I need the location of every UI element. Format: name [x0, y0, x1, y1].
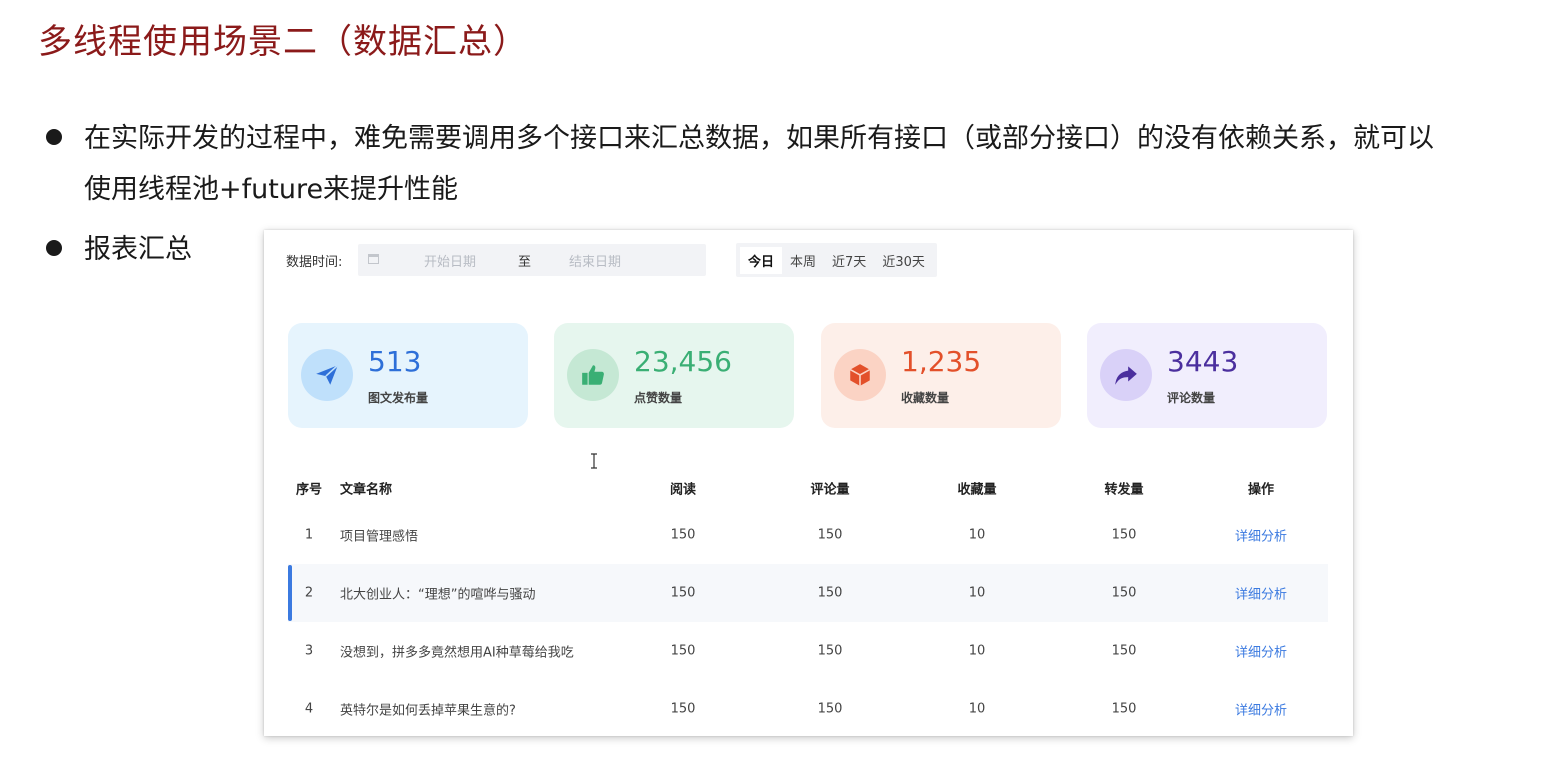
bullet-dot	[46, 129, 62, 145]
cell-no: 4	[304, 701, 314, 717]
col-collect: 收藏量	[957, 482, 997, 498]
bullet-text-2: 报表汇总	[84, 234, 192, 265]
cell-read: 150	[670, 643, 696, 659]
slide-title: 多线程使用场景二（数据汇总）	[38, 22, 528, 62]
cell-collect: 10	[968, 643, 986, 659]
cell-read: 150	[670, 701, 696, 717]
slide: 多线程使用场景二（数据汇总） 在实际开发的过程中，难免需要调用多个接口来汇总数据…	[0, 0, 1564, 762]
tab-last-7-days[interactable]: 近7天	[824, 247, 874, 274]
detail-analysis-link[interactable]: 详细分析	[1226, 700, 1296, 719]
cell-collect: 10	[968, 527, 986, 543]
tab-last-30-days[interactable]: 近30天	[874, 247, 933, 274]
stat-label: 图文发布量	[368, 391, 429, 405]
table-row: 1 项目管理感悟 150 150 10 150 详细分析	[288, 506, 1328, 564]
cell-comment: 150	[817, 585, 843, 601]
stat-label: 点赞数量	[634, 391, 683, 405]
table-row: 2 北大创业人：“理想”的喧哗与骚动 150 150 10 150 详细分析	[288, 564, 1328, 622]
bullet-dot	[46, 240, 62, 256]
cell-no: 2	[304, 585, 314, 601]
cell-title: 没想到，拼多多竟然想用AI种草莓给我吃	[340, 645, 574, 661]
col-comment: 评论量	[810, 482, 850, 498]
stat-label: 收藏数量	[901, 391, 950, 405]
paper-plane-icon	[301, 349, 353, 401]
stat-card-collections: 1,235 收藏数量	[821, 323, 1061, 428]
table-row: 3 没想到，拼多多竟然想用AI种草莓给我吃 150 150 10 150 详细分…	[288, 622, 1328, 680]
date-separator: 至	[518, 254, 532, 270]
stat-card-likes: 23,456 点赞数量	[554, 323, 794, 428]
tab-this-week[interactable]: 本周	[782, 247, 824, 274]
detail-analysis-link[interactable]: 详细分析	[1226, 526, 1296, 545]
stat-card-comments: 3443 评论数量	[1087, 323, 1327, 428]
cell-collect: 10	[968, 585, 986, 601]
cell-collect: 10	[968, 701, 986, 717]
share-arrow-icon	[1100, 349, 1152, 401]
stat-label: 评论数量	[1167, 391, 1216, 405]
cell-title: 项目管理感悟	[340, 529, 419, 545]
text-cursor-icon	[591, 453, 597, 469]
article-table: 序号 文章名称 阅读 评论量 收藏量 转发量 操作 1 项目管理感悟 150 1…	[288, 470, 1328, 738]
filter-label: 数据时间:	[286, 254, 343, 270]
stat-value: 23,456	[634, 345, 732, 378]
calendar-icon	[368, 254, 379, 264]
detail-analysis-link[interactable]: 详细分析	[1226, 584, 1296, 603]
table-row: 4 英特尔是如何丢掉苹果生意的? 150 150 10 150 详细分析	[288, 680, 1328, 738]
cube-icon	[834, 349, 886, 401]
detail-analysis-link[interactable]: 详细分析	[1226, 642, 1296, 661]
cell-share: 150	[1111, 701, 1137, 717]
table-header: 序号 文章名称 阅读 评论量 收藏量 转发量 操作	[288, 470, 1328, 506]
cell-no: 3	[304, 643, 314, 659]
date-range-picker[interactable]: 开始日期 至 结束日期	[358, 244, 706, 276]
cell-comment: 150	[817, 527, 843, 543]
end-date-input[interactable]: 结束日期	[569, 251, 621, 270]
bullet-line: 使用线程池+future来提升性能	[84, 174, 459, 205]
stat-value: 1,235	[901, 345, 982, 378]
start-date-input[interactable]: 开始日期	[424, 251, 476, 270]
cell-share: 150	[1111, 643, 1137, 659]
stat-value: 3443	[1167, 345, 1239, 378]
cell-share: 150	[1111, 527, 1137, 543]
col-no: 序号	[296, 482, 323, 498]
cell-read: 150	[670, 585, 696, 601]
cell-comment: 150	[817, 701, 843, 717]
cell-share: 150	[1111, 585, 1137, 601]
cell-no: 1	[304, 527, 314, 543]
cell-title: 北大创业人：“理想”的喧哗与骚动	[340, 587, 536, 603]
cell-read: 150	[670, 527, 696, 543]
col-read: 阅读	[669, 482, 696, 498]
bullet-line: 在实际开发的过程中，难免需要调用多个接口来汇总数据，如果所有接口（或部分接口）的…	[84, 123, 1434, 154]
stat-card-posts: 513 图文发布量	[288, 323, 528, 428]
report-panel: 数据时间: 开始日期 至 结束日期 今日 本周 近7天 近30天 513 图文发…	[264, 230, 1353, 736]
filter-row: 数据时间: 开始日期 至 结束日期 今日 本周 近7天 近30天	[286, 243, 937, 277]
col-share: 转发量	[1104, 482, 1144, 498]
tab-today[interactable]: 今日	[740, 246, 783, 274]
cell-title: 英特尔是如何丢掉苹果生意的?	[340, 703, 516, 719]
cell-comment: 150	[817, 643, 843, 659]
thumbs-up-icon	[567, 349, 619, 401]
bullet-text-1: 在实际开发的过程中，难免需要调用多个接口来汇总数据，如果所有接口（或部分接口）的…	[84, 113, 1434, 215]
stat-value: 513	[368, 345, 422, 378]
range-tabs: 今日 本周 近7天 近30天	[736, 243, 937, 277]
col-op: 操作	[1247, 482, 1274, 498]
col-title: 文章名称	[340, 482, 393, 498]
